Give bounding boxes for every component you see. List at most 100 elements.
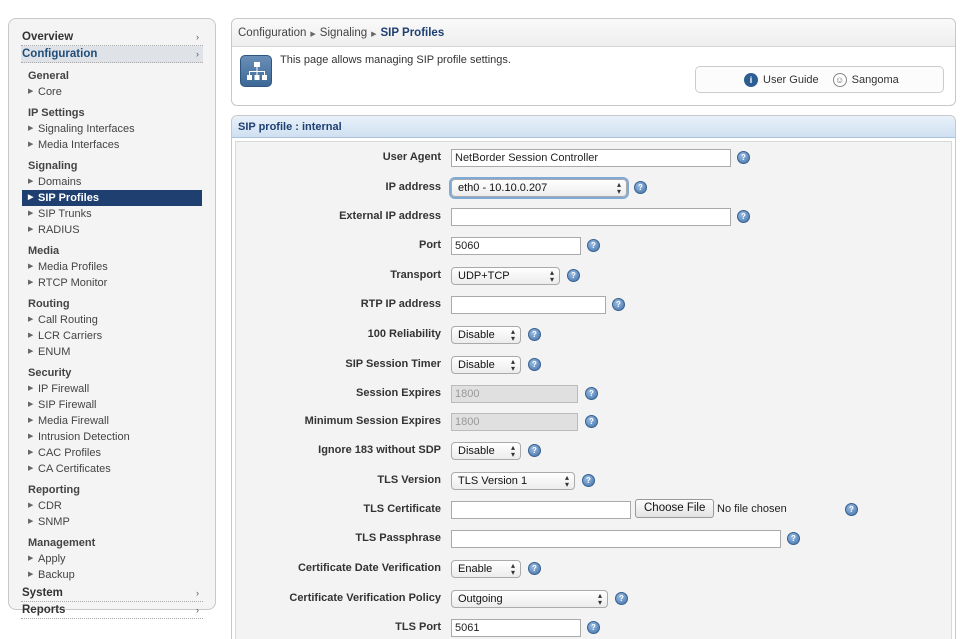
sidebar-item-label: SIP Firewall (38, 399, 97, 411)
question-mark-icon[interactable]: ? (615, 592, 628, 605)
transport-select[interactable]: UDP+TCP ▴ ▾ (451, 267, 560, 285)
chevron-right-icon: ▶ (28, 210, 34, 217)
question-mark-icon[interactable]: ? (528, 444, 541, 457)
select-arrows-icon: ▴ ▾ (549, 268, 554, 284)
ignore-183-select[interactable]: Disable ▴ ▾ (451, 442, 521, 460)
question-mark-icon[interactable]: ? (587, 239, 600, 252)
nav-configuration[interactable]: Configuration › (21, 46, 203, 63)
rtp-ip-input[interactable] (451, 296, 606, 314)
sidebar-item-lcr-carriers[interactable]: ▶ LCR Carriers (28, 328, 203, 344)
question-mark-icon[interactable]: ? (582, 474, 595, 487)
network-icon (240, 55, 272, 87)
help-links: i User Guide ☺ Sangoma (695, 66, 944, 93)
sidebar-item-radius[interactable]: ▶ RADIUS (28, 222, 203, 238)
reliability-select[interactable]: Disable ▴ ▾ (451, 326, 521, 344)
form-body: User Agent ? IP address eth0 - 10.10.0.2… (235, 141, 952, 639)
question-mark-icon[interactable]: ? (787, 532, 800, 545)
sidebar-item-apply[interactable]: ▶ Apply (28, 551, 203, 567)
sidebar-item-label: CA Certificates (38, 463, 111, 475)
chevron-right-icon: ▶ (28, 263, 34, 270)
question-mark-icon[interactable]: ? (634, 181, 647, 194)
sidebar-item-label: Call Routing (38, 314, 98, 326)
question-mark-icon[interactable]: ? (587, 621, 600, 634)
question-mark-icon[interactable]: ? (567, 269, 580, 282)
question-mark-icon[interactable]: ? (612, 298, 625, 311)
sidebar-item-cac-profiles[interactable]: ▶ CAC Profiles (28, 445, 203, 461)
sidebar-item-media-firewall[interactable]: ▶ Media Firewall (28, 413, 203, 429)
port-input[interactable] (451, 237, 581, 255)
breadcrumb-signaling[interactable]: Signaling (320, 27, 367, 39)
sidebar-item-label: Backup (38, 569, 75, 581)
sidebar-item-cdr[interactable]: ▶ CDR (28, 498, 203, 514)
user-guide-link[interactable]: User Guide (763, 74, 819, 86)
sidebar-item-media-interfaces[interactable]: ▶ Media Interfaces (28, 137, 203, 153)
user-agent-input[interactable] (451, 149, 731, 167)
chevron-right-icon: ▶ (28, 332, 34, 339)
chevron-right-icon: ▶ (28, 465, 34, 472)
chevron-right-icon: ▶ (28, 518, 34, 525)
sidebar-item-label: Media Interfaces (38, 139, 120, 151)
info-row: This page allows managing SIP profile se… (232, 47, 955, 105)
question-mark-icon[interactable]: ? (585, 387, 598, 400)
nav-system[interactable]: System › (21, 585, 203, 602)
nav-overview[interactable]: Overview › (21, 29, 203, 46)
sidebar-group-title: General (28, 70, 69, 82)
question-mark-icon[interactable]: ? (528, 358, 541, 371)
sidebar-group: Security ▶ IP Firewall ▶ SIP Firewall ▶ Media … (21, 365, 203, 477)
question-mark-icon[interactable]: ? (737, 210, 750, 223)
row-ip-address: IP address eth0 - 10.10.0.207 ▴ ▾ ? (236, 177, 951, 199)
tls-certificate-path[interactable] (451, 501, 631, 519)
chevron-right-icon: ▶ (371, 31, 377, 38)
tls-passphrase-input[interactable] (451, 530, 781, 548)
sidebar-item-sip-firewall[interactable]: ▶ SIP Firewall (28, 397, 203, 413)
tls-port-input[interactable] (451, 619, 581, 637)
nav-reports[interactable]: Reports › (21, 602, 203, 619)
row-tls-version: TLS Version TLS Version 1 ▴ ▾ ? (236, 470, 951, 492)
select-arrows-icon: ▴ ▾ (510, 327, 515, 343)
sidebar-item-snmp[interactable]: ▶ SNMP (28, 514, 203, 530)
sidebar-item-sip-trunks[interactable]: ▶ SIP Trunks (28, 206, 203, 222)
question-mark-icon[interactable]: ? (528, 562, 541, 575)
question-mark-icon[interactable]: ? (845, 503, 858, 516)
choose-file-button[interactable]: Choose File (635, 499, 715, 518)
row-rtp-ip: RTP IP address ? (236, 294, 951, 316)
sidebar-item-domains[interactable]: ▶ Domains (28, 174, 203, 190)
sidebar-item-label: Media Firewall (38, 415, 109, 427)
row-session-timer: SIP Session Timer Disable ▴ ▾ ? (236, 354, 951, 376)
row-min-session-expires: Minimum Session Expires ? (236, 411, 951, 433)
sidebar-item-label: Signaling Interfaces (38, 123, 135, 135)
sidebar-group-title: Management (28, 537, 96, 549)
sidebar-item-intrusion-detection[interactable]: ▶ Intrusion Detection (28, 429, 203, 445)
sidebar-item-enum[interactable]: ▶ ENUM (28, 344, 203, 360)
sidebar-item-media-profiles[interactable]: ▶ Media Profiles (28, 259, 203, 275)
chevron-right-icon: ▶ (28, 417, 34, 424)
row-tls-passphrase: TLS Passphrase ? (236, 528, 951, 550)
sidebar-group-title: Signaling (28, 160, 78, 172)
sidebar-item-core[interactable]: ▶ Core (28, 84, 203, 100)
cert-date-select[interactable]: Enable ▴ ▾ (451, 560, 521, 578)
chevron-right-icon: › (196, 32, 199, 42)
tls-version-select[interactable]: TLS Version 1 ▴ ▾ (451, 472, 575, 490)
user-link[interactable]: Sangoma (852, 74, 899, 86)
question-mark-icon[interactable]: ? (737, 151, 750, 164)
question-mark-icon[interactable]: ? (528, 328, 541, 341)
breadcrumb-configuration[interactable]: Configuration (238, 27, 306, 39)
chevron-right-icon: ▶ (28, 555, 34, 562)
cert-policy-select[interactable]: Outgoing ▴ ▾ (451, 590, 608, 608)
sidebar-item-label: CDR (38, 500, 62, 512)
min-session-expires-input (451, 413, 578, 431)
sidebar-item-backup[interactable]: ▶ Backup (28, 567, 203, 583)
sidebar-group: General ▶ Core (21, 68, 203, 100)
session-timer-select[interactable]: Disable ▴ ▾ (451, 356, 521, 374)
sidebar-item-call-routing[interactable]: ▶ Call Routing (28, 312, 203, 328)
chevron-right-icon: ▶ (28, 433, 34, 440)
sidebar-item-sip-profiles[interactable]: ▶ SIP Profiles (22, 190, 202, 206)
sidebar-item-ca-certificates[interactable]: ▶ CA Certificates (28, 461, 203, 477)
sidebar-item-rtcp-monitor[interactable]: ▶ RTCP Monitor (28, 275, 203, 291)
sidebar-item-ip-firewall[interactable]: ▶ IP Firewall (28, 381, 203, 397)
question-mark-icon[interactable]: ? (585, 415, 598, 428)
external-ip-input[interactable] (451, 208, 731, 226)
sidebar-item-signaling-interfaces[interactable]: ▶ Signaling Interfaces (28, 121, 203, 137)
row-tls-port: TLS Port ? (236, 617, 951, 639)
ip-address-select[interactable]: eth0 - 10.10.0.207 ▴ ▾ (451, 179, 627, 197)
